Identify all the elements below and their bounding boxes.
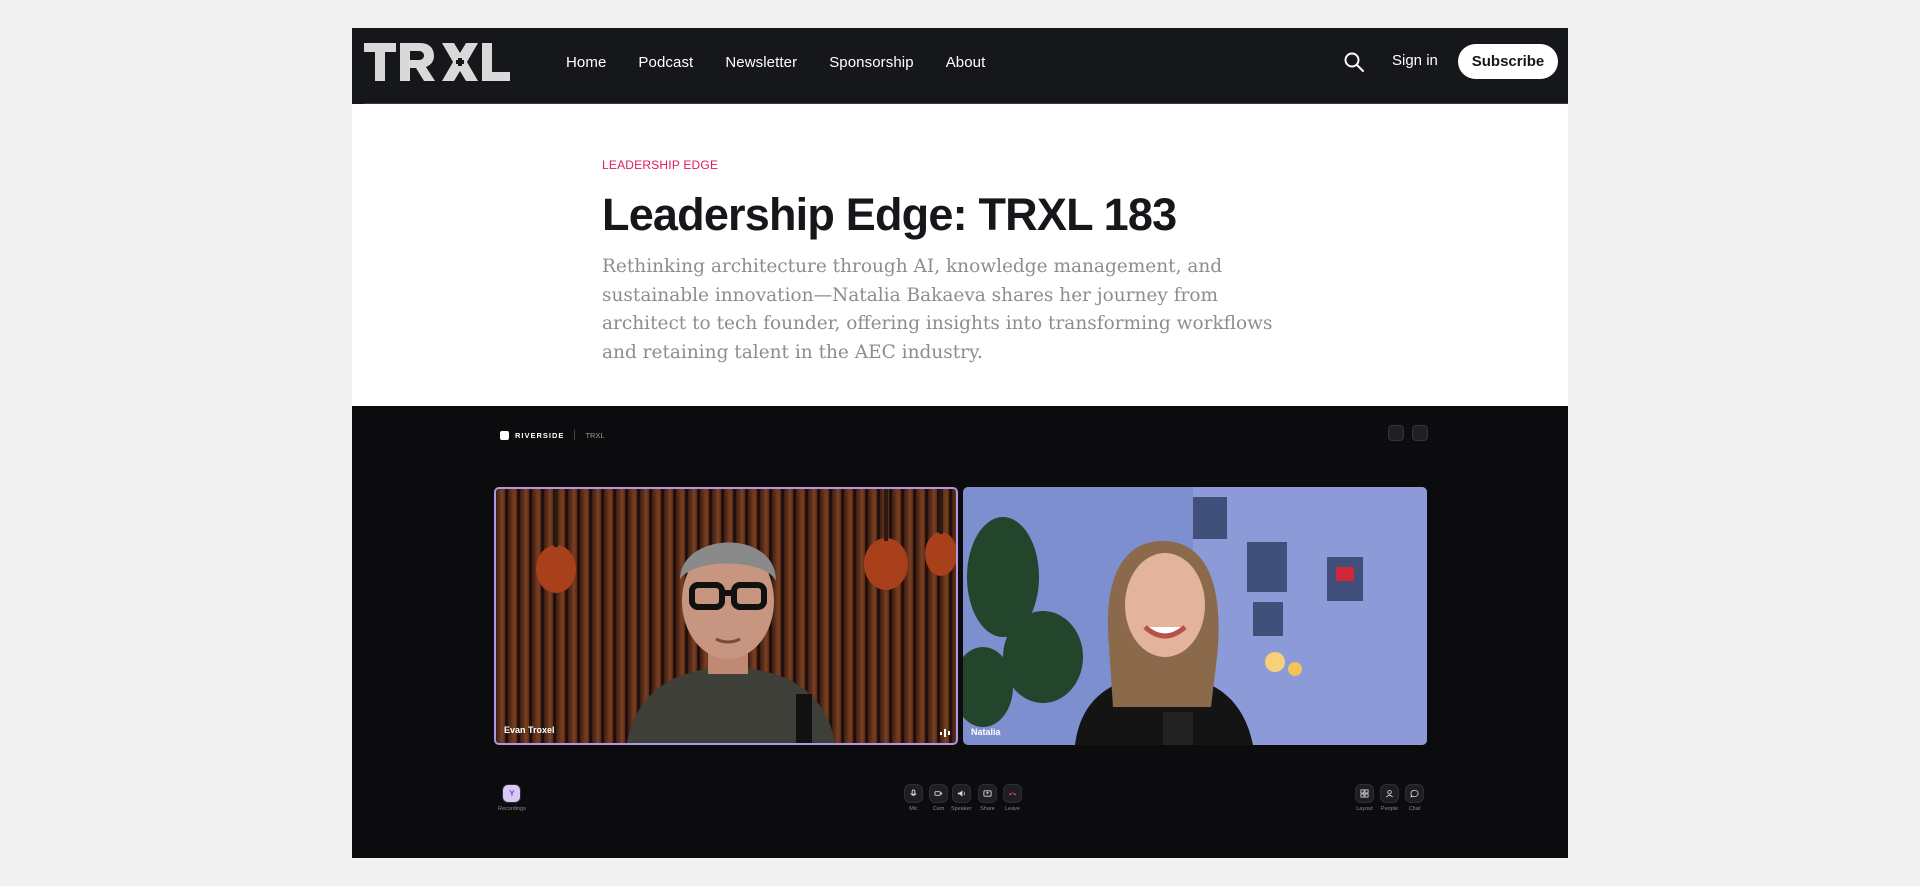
cam-button[interactable] [929, 784, 948, 803]
chat-icon [1410, 789, 1419, 798]
camera-icon [934, 791, 943, 796]
nav-home[interactable]: Home [566, 54, 606, 71]
page: Home Podcast Newsletter Sponsorship Abou… [352, 28, 1568, 858]
chat-button[interactable] [1405, 784, 1424, 803]
leave-control: Leave [1003, 784, 1022, 812]
recordings-control: Y Recordings [498, 784, 526, 812]
participant-tile-evan: Evan Troxel [494, 487, 958, 745]
nav-sponsorship[interactable]: Sponsorship [829, 54, 914, 71]
riverside-name: RIVERSIDE [515, 430, 565, 440]
natalia-video-frame [963, 487, 1427, 745]
share-screen-icon [983, 790, 992, 797]
article-tag[interactable]: Leadership Edge [602, 158, 718, 172]
settings-icon[interactable] [1412, 425, 1428, 441]
feedback-icon[interactable] [1388, 425, 1404, 441]
layout-button[interactable] [1355, 784, 1374, 803]
speaker-icon [957, 790, 965, 797]
cam-control: Cam [929, 784, 948, 812]
recordings-button[interactable]: Y [502, 784, 522, 803]
speaker-button[interactable] [951, 784, 971, 803]
share-button[interactable] [978, 784, 997, 803]
article-title: Leadership Edge: TRXL 183 [602, 189, 1177, 240]
mic-button[interactable] [904, 784, 923, 803]
article-excerpt: Rethinking architecture through AI, know… [602, 256, 1273, 363]
speaking-indicator-icon [940, 729, 950, 737]
people-control: People [1380, 784, 1399, 812]
people-button[interactable] [1380, 784, 1399, 803]
speaker-label: Speaker [951, 806, 972, 812]
call-controls: Y Recordings Mic Cam Speaker Share Leave… [352, 784, 1568, 824]
people-label: People [1380, 806, 1399, 812]
speaker-control: Speaker [951, 784, 972, 812]
search-icon[interactable] [1342, 50, 1366, 74]
recordings-label: Recordings [498, 806, 526, 812]
mic-label: Mic [909, 806, 918, 812]
participant-name: Evan Troxel [504, 725, 555, 735]
participant-name: Natalia [971, 727, 1001, 737]
people-icon [1386, 789, 1393, 798]
leave-button[interactable] [1003, 784, 1022, 803]
top-toolbar [1388, 425, 1428, 441]
mic-icon [910, 789, 917, 796]
sign-in-link[interactable]: Sign in [1392, 52, 1438, 69]
avatar-initial: Y [509, 789, 515, 798]
subscribe-button[interactable]: Subscribe [1458, 44, 1558, 79]
layout-control: Layout [1355, 784, 1374, 812]
hang-up-icon [1008, 792, 1017, 796]
chat-label: Chat [1408, 806, 1421, 812]
header-divider [364, 103, 1568, 104]
site-header: Home Podcast Newsletter Sponsorship Abou… [352, 28, 1568, 104]
layout-label: Layout [1356, 806, 1373, 812]
participant-tile-natalia: Natalia [963, 487, 1427, 745]
nav-newsletter[interactable]: Newsletter [725, 54, 797, 71]
main-nav: Home Podcast Newsletter Sponsorship Abou… [566, 28, 985, 96]
feature-image: RIVERSIDE TRXL Evan Troxel Natalia Y Rec… [352, 406, 1568, 858]
chat-control: Chat [1405, 784, 1424, 812]
layout-grid-icon [1360, 789, 1369, 798]
nav-podcast[interactable]: Podcast [638, 54, 693, 71]
site-logo[interactable] [364, 41, 520, 83]
cam-label: Cam [932, 806, 945, 812]
mic-control: Mic [904, 784, 923, 812]
leave-label: Leave [1005, 806, 1020, 812]
share-label: Share [980, 806, 995, 812]
brand-divider [574, 430, 576, 440]
project-name: TRXL [585, 430, 605, 440]
riverside-brand: RIVERSIDE TRXL [500, 430, 605, 440]
evan-video-frame [496, 489, 956, 743]
share-control: Share [978, 784, 997, 812]
nav-about[interactable]: About [946, 54, 986, 71]
riverside-logo-icon [500, 430, 509, 440]
